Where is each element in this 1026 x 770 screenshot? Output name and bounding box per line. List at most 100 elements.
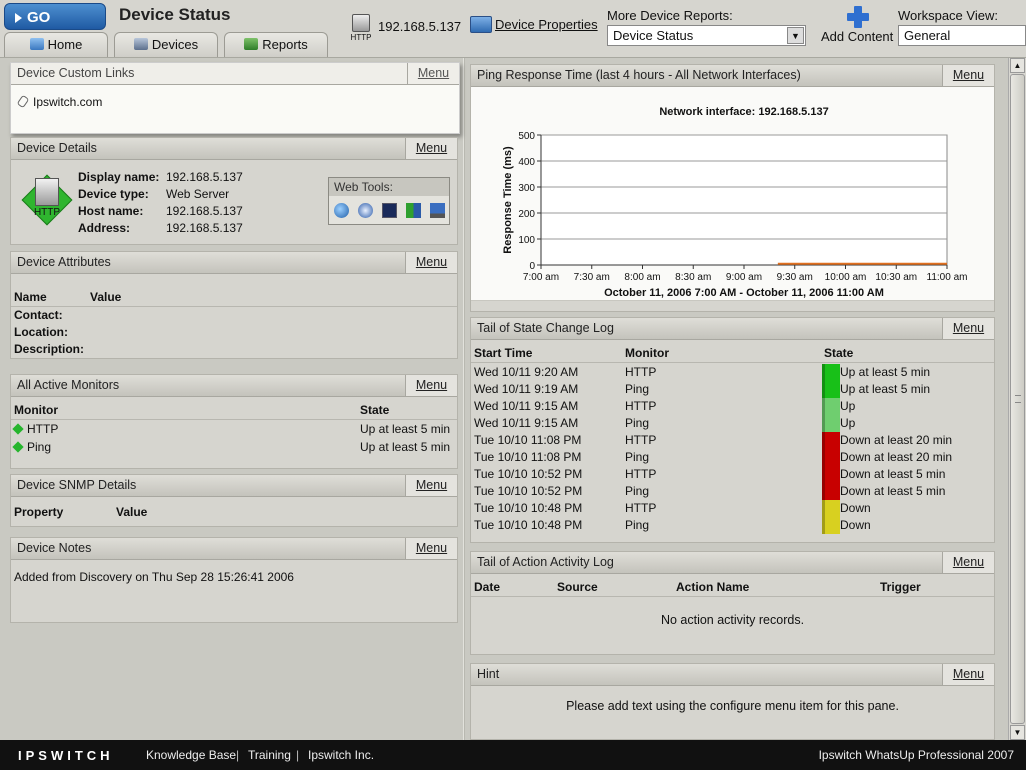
scroll-down-icon[interactable]: ▼ <box>1010 725 1025 740</box>
home-icon <box>29 38 44 50</box>
x-tick-label: 8:00 am <box>624 272 660 283</box>
host-name-value: 192.168.5.137 <box>166 204 243 218</box>
pane-title: Ping Response Time (last 4 hours - All N… <box>477 68 801 82</box>
menu-button[interactable]: Menu <box>405 138 457 159</box>
snmp-details-pane: Device SNMP Details Menu Property Value <box>10 474 458 527</box>
product-name: Ipswitch WhatsUp Professional 2007 <box>818 748 1014 762</box>
action-log-body: Date Source Action Name Trigger No actio… <box>471 574 994 654</box>
active-monitors-header: All Active Monitors Menu <box>11 375 457 397</box>
clock-icon[interactable] <box>358 203 373 218</box>
state-monitor: HTTP <box>625 467 657 481</box>
pane-title: Hint <box>477 667 500 681</box>
state-start-time: Tue 10/10 10:52 PM <box>474 484 583 498</box>
more-reports-select[interactable]: Device Status ▼ <box>607 25 806 46</box>
state-monitor: Ping <box>625 416 650 430</box>
col-header-value: Value <box>116 505 148 519</box>
monitor-state: Up at least 5 min <box>360 440 451 454</box>
col-header-property: Property <box>14 505 64 519</box>
more-reports-label: More Device Reports: <box>607 8 733 23</box>
col-header-source: Source <box>557 580 598 594</box>
monitor-row[interactable]: HTTP <box>11 422 58 436</box>
device-notes-text: Added from Discovery on Thu Sep 28 15:26… <box>14 570 294 584</box>
monitor-state: Up at least 5 min <box>360 422 451 436</box>
x-tick-label: 7:30 am <box>574 272 610 283</box>
state-monitor: HTTP <box>625 433 657 447</box>
col-header-date: Date <box>474 580 501 594</box>
state-start-time: Wed 10/11 9:20 AM <box>474 365 579 379</box>
plot-area <box>540 134 948 266</box>
state-start-time: Tue 10/10 10:52 PM <box>474 467 583 481</box>
col-header-value: Value <box>90 290 122 304</box>
scroll-up-icon[interactable]: ▲ <box>1010 58 1025 73</box>
attribute-contact: Contact: <box>14 308 63 322</box>
state-monitor: Ping <box>625 382 650 396</box>
device-attributes-body: Name Value Contact: Location: Descriptio… <box>11 274 457 358</box>
state-start-time: Tue 10/10 11:08 PM <box>474 450 582 464</box>
custom-links-pane: Device Custom Links Menu Ipswitch.com <box>10 62 460 134</box>
menu-button[interactable]: Menu <box>405 375 457 396</box>
device-properties-link[interactable]: Device Properties <box>495 17 598 32</box>
col-header-name: Name <box>14 290 47 304</box>
x-tick-label: 10:00 am <box>825 272 867 283</box>
tab-devices[interactable]: Devices <box>114 32 218 57</box>
pane-title: Tail of State Change Log <box>477 321 614 335</box>
go-button[interactable]: GO <box>4 3 106 30</box>
device-attributes-header: Device Attributes Menu <box>11 252 457 274</box>
menu-button[interactable]: Menu <box>405 475 457 496</box>
terminal-icon[interactable] <box>382 203 397 218</box>
traceroute-icon[interactable] <box>406 203 421 218</box>
state-start-time: Tue 10/10 11:08 PM <box>474 433 582 447</box>
scrollbar-thumb[interactable] <box>1010 74 1025 724</box>
display-name-value: 192.168.5.137 <box>166 170 243 184</box>
device-type-badge: HTTP <box>350 33 372 42</box>
custom-link[interactable]: Ipswitch.com <box>16 94 102 109</box>
menu-button[interactable]: Menu <box>942 664 994 685</box>
vertical-scrollbar[interactable]: ▲ ▼ <box>1008 58 1026 740</box>
add-content-button[interactable]: Add Content <box>821 29 893 44</box>
monitor-name: Ping <box>27 440 52 454</box>
device-type-value: Web Server <box>166 187 230 201</box>
state-monitor: HTTP <box>625 365 657 379</box>
hint-header: Hint Menu <box>471 664 994 686</box>
divider <box>471 596 994 597</box>
col-header-start-time: Start Time <box>474 346 533 360</box>
reports-icon <box>244 38 259 50</box>
menu-button[interactable]: Menu <box>942 552 994 573</box>
workspace-view-select[interactable]: General <box>898 25 1026 46</box>
device-type-icon: HTTP <box>349 14 373 44</box>
state-change-log-body: Start Time Monitor State Wed 10/11 9:20 … <box>471 340 994 542</box>
active-monitors-pane: All Active Monitors Menu Monitor State H… <box>10 374 458 469</box>
chevron-down-icon[interactable]: ▼ <box>787 27 804 44</box>
menu-button[interactable]: Menu <box>942 318 994 339</box>
pane-title: Device Attributes <box>17 255 111 269</box>
tab-reports[interactable]: Reports <box>224 32 328 57</box>
menu-button[interactable]: Menu <box>407 63 459 84</box>
tab-home[interactable]: Home <box>4 32 108 57</box>
state-label: Down <box>840 518 871 532</box>
monitor-name: HTTP <box>27 422 59 436</box>
monitor-row[interactable]: Ping <box>11 440 51 454</box>
state-monitor: Ping <box>625 518 650 532</box>
workspace-area: Device Custom Links Menu Ipswitch.com De… <box>0 58 1008 740</box>
x-tick-label: 10:30 am <box>875 272 917 283</box>
device-properties-icon[interactable] <box>470 16 492 33</box>
attribute-description: Description: <box>14 342 85 356</box>
state-monitor: HTTP <box>625 399 657 413</box>
menu-button[interactable]: Menu <box>405 538 457 559</box>
y-tick-label: 0 <box>529 261 535 272</box>
x-tick-label: 9:30 am <box>777 272 813 283</box>
column-divider[interactable] <box>463 58 465 740</box>
footer-link-training[interactable]: Training <box>248 748 291 762</box>
state-label: Up at least 5 min <box>840 382 931 396</box>
col-header-monitor: Monitor <box>14 403 58 417</box>
menu-button[interactable]: Menu <box>405 252 457 273</box>
ping-chart-body: 0 100 200 300 400 500 7:00 am 7:30 am 8:00 am 8:3… <box>471 87 994 301</box>
footer-link-knowledge-base[interactable]: Knowledge Base <box>146 748 236 762</box>
hint-pane: Hint Menu Please add text using the conf… <box>470 663 995 740</box>
add-content-icon[interactable] <box>847 6 869 28</box>
device-details-pane: Device Details Menu HTTP Display name: 1… <box>10 137 458 245</box>
globe-icon[interactable] <box>334 203 349 218</box>
menu-button[interactable]: Menu <box>942 65 994 86</box>
footer-link-ipswitch-inc[interactable]: Ipswitch Inc. <box>308 748 374 762</box>
monitor-icon[interactable] <box>430 203 445 218</box>
